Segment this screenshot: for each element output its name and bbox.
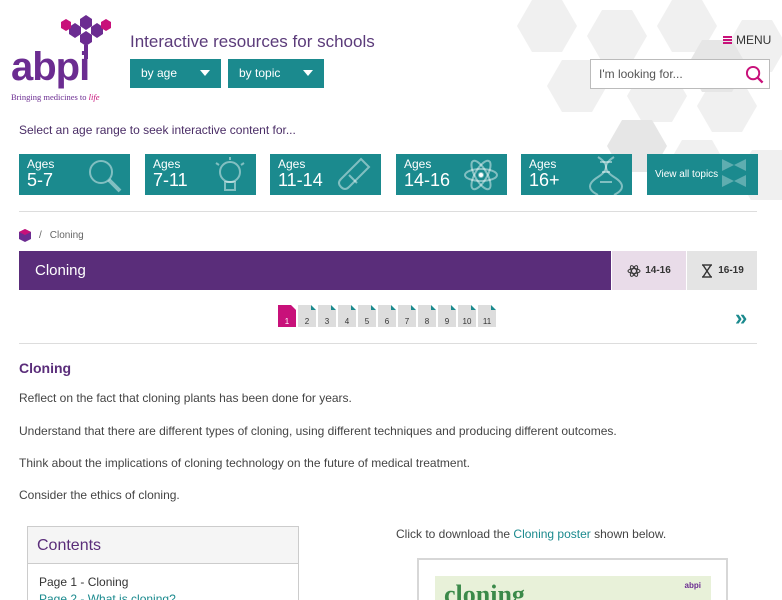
view-all-topics-tile[interactable]: View all topics [647,154,758,195]
age-tile-label: Ages [153,157,181,171]
age-tile-16-plus[interactable]: Ages 16+ [521,154,632,195]
menu-button[interactable]: MENU [723,33,771,47]
page-link-8[interactable]: 8 [418,305,436,327]
page-link-9[interactable]: 9 [438,305,456,327]
hourglass-icon [702,263,713,278]
age-tag-14-16[interactable]: 14-16 [612,251,686,290]
page-link-11[interactable]: 11 [478,305,496,327]
content-heading: Cloning [19,360,72,376]
age-tile-label: Ages [278,157,306,171]
menu-label: MENU [736,33,772,47]
search-box [590,59,770,89]
next-page-icon[interactable]: » [735,305,747,331]
pagination: 1 2 3 4 5 6 7 8 9 10 11 [278,305,496,327]
poster-logo: abpi [684,581,701,590]
age-tile-range: 16+ [529,170,560,190]
magnifier-icon [89,160,122,193]
caret-down-icon [303,70,313,76]
contents-heading: Contents [28,527,298,564]
cloning-poster-link[interactable]: Cloning poster [513,527,590,541]
hamburger-icon [723,36,732,44]
page-link-5[interactable]: 5 [358,305,376,327]
by-age-dropdown[interactable]: by age [130,59,221,88]
page-title: Cloning [35,262,86,279]
content-paragraph: Understand that there are different type… [19,424,617,438]
content-paragraph: Think about the implications of cloning … [19,456,470,470]
by-age-label: by age [141,66,178,80]
age-tile-11-14[interactable]: Ages 11-14 [270,154,381,195]
page-link-2[interactable]: 2 [298,305,316,327]
page-link-4[interactable]: 4 [338,305,356,327]
search-input[interactable] [591,60,736,88]
age-tile-range: 5-7 [27,170,54,190]
page-link-7[interactable]: 7 [398,305,416,327]
page-link-10[interactable]: 10 [458,305,476,327]
lightbulb-icon [215,157,245,191]
breadcrumb: / Cloning [19,229,84,242]
site-title: Interactive resources for schools [130,32,375,51]
by-topic-dropdown[interactable]: by topic [228,59,324,88]
page-link-6[interactable]: 6 [378,305,396,327]
view-all-label: View all topics [655,169,719,180]
poster-image: cloning abpi [435,576,711,600]
age-tile-label: Ages [27,157,55,171]
atom-icon [627,264,641,277]
by-topic-label: by topic [239,66,281,80]
contents-box: Contents Page 1 - Cloning Page 2 - What … [27,526,299,600]
contents-item-page-1[interactable]: Page 1 - Cloning [28,575,298,589]
home-icon[interactable] [19,229,31,242]
age-range-intro: Select an age range to seek interactive … [19,123,296,137]
logo-tagline: Bringing medicines to life [11,92,100,102]
logo-wordmark: abpi [11,45,90,89]
breadcrumb-separator: / [39,230,42,241]
age-tag-16-19[interactable]: 16-19 [687,251,757,290]
dna-icon [589,156,623,195]
poster-preview[interactable]: cloning abpi [417,558,728,600]
caret-down-icon [200,70,210,76]
age-tag-label: 14-16 [645,265,671,276]
content-paragraph: Reflect on the fact that cloning plants … [19,391,352,405]
age-tag-label: 16-19 [718,265,744,276]
search-icon[interactable] [745,65,764,84]
test-tube-icon [338,157,371,190]
page-link-1[interactable]: 1 [278,305,296,327]
age-tile-14-16[interactable]: Ages 14-16 [396,154,507,195]
page-link-3[interactable]: 3 [318,305,336,327]
grid-icon [722,159,746,187]
poster-title: cloning [444,580,525,600]
age-tile-label: Ages [529,157,557,171]
contents-item-page-2[interactable]: Page 2 - What is cloning? [28,592,298,600]
age-tile-range: 14-16 [404,170,451,190]
content-paragraph: Consider the ethics of cloning. [19,488,180,502]
divider [19,343,757,344]
page-title-bar: Cloning [19,251,611,290]
age-tile-5-7[interactable]: Ages 5-7 [19,154,130,195]
download-text: Click to download the Cloning poster sho… [396,527,667,541]
age-tile-label: Ages [404,157,432,171]
abpi-logo[interactable]: abpi Bringing medicines to life [11,15,111,105]
age-tile-7-11[interactable]: Ages 7-11 [145,154,256,195]
age-tile-range: 7-11 [153,170,188,190]
breadcrumb-current: Cloning [49,230,84,241]
age-tiles: Ages 5-7 Ages 7-11 Ages 11-14 Ages 14-16… [19,154,758,195]
atom-icon [464,159,498,191]
age-tile-range: 11-14 [278,170,323,190]
divider [19,211,757,212]
